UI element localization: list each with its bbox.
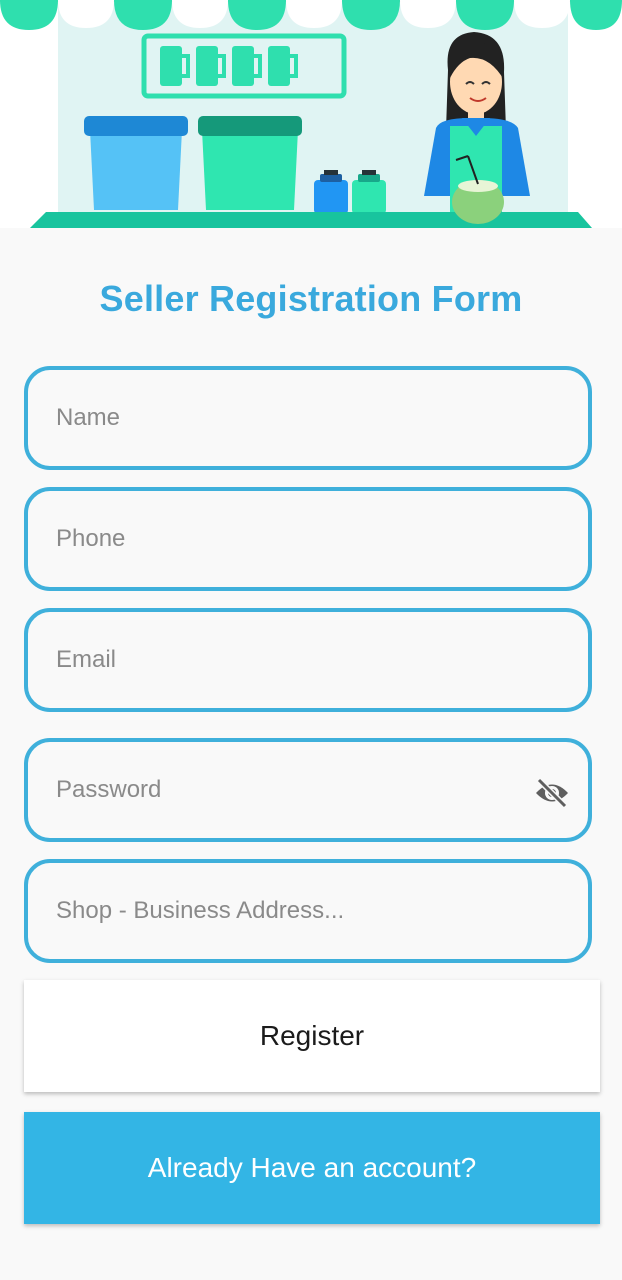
phone-input[interactable] bbox=[28, 508, 528, 570]
name-field-container[interactable] bbox=[24, 366, 592, 470]
email-field-container[interactable] bbox=[24, 608, 592, 712]
shop-illustration bbox=[0, 0, 622, 228]
address-input[interactable] bbox=[28, 880, 528, 942]
address-field-container[interactable] bbox=[24, 859, 592, 963]
page-title: Seller Registration Form bbox=[99, 278, 523, 319]
register-button[interactable]: Register bbox=[24, 980, 600, 1092]
login-link-button[interactable]: Already Have an account? bbox=[24, 1112, 600, 1224]
name-input[interactable] bbox=[28, 387, 528, 449]
password-field-container[interactable] bbox=[24, 738, 592, 842]
phone-field-container[interactable] bbox=[24, 487, 592, 591]
eye-off-icon[interactable] bbox=[534, 778, 570, 808]
email-input[interactable] bbox=[28, 629, 528, 691]
password-input[interactable] bbox=[28, 759, 528, 821]
